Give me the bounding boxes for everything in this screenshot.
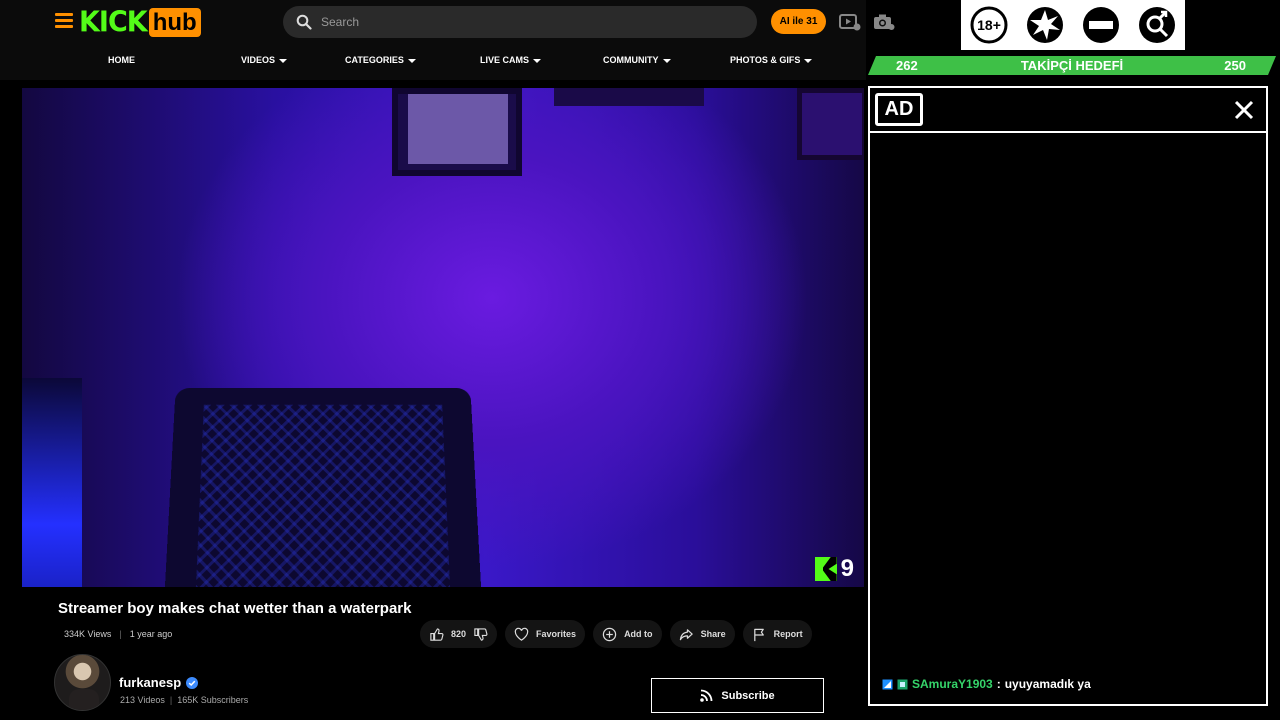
share-button[interactable]: Share (669, 620, 735, 648)
logo-kick-text: KICK (79, 5, 148, 39)
burst-badge[interactable] (1017, 0, 1073, 50)
chat-separator: : (996, 677, 1001, 691)
add-to-label: Add to (624, 629, 653, 639)
report-label: Report (773, 629, 803, 639)
flag-icon (753, 628, 764, 641)
video-meta: 334K Views | 1 year ago (64, 629, 172, 639)
channel-stats: 213 Videos | 165K Subscribers (120, 695, 248, 705)
gender-icon (1139, 7, 1175, 43)
no-entry-badge[interactable] (1073, 0, 1129, 50)
search-bar[interactable] (283, 6, 757, 38)
ai-button[interactable]: AI ile 31 (771, 9, 826, 34)
nav-videos[interactable]: VIDEOS (241, 54, 288, 66)
channel-name[interactable]: furkanesp (119, 675, 181, 690)
nav-live-cams[interactable]: LIVE CAMS (480, 54, 542, 66)
goal-target: 250 (1224, 58, 1246, 73)
share-icon (679, 628, 693, 640)
gender-badge[interactable] (1129, 0, 1185, 50)
view-count: 334K Views (64, 629, 112, 639)
age-18-badge[interactable]: 18+ (961, 0, 1017, 50)
chat-username[interactable]: SAmuraY1903 (912, 677, 993, 691)
report-button[interactable]: Report (742, 620, 812, 648)
heart-icon (514, 627, 529, 641)
channel-name-row[interactable]: furkanesp (119, 675, 199, 690)
age-18-text: 18+ (977, 17, 1001, 33)
channel-avatar[interactable] (54, 654, 111, 711)
main-nav: HOME VIDEOS CATEGORIES LIVE CAMS COMMUNI… (0, 54, 866, 68)
like-count: 820 (451, 629, 467, 639)
add-to-button[interactable]: Add to (593, 620, 662, 648)
ad-header: AD (870, 88, 1266, 133)
wall-picture-frame (392, 88, 522, 176)
share-label: Share (700, 629, 726, 639)
upload-age: 1 year ago (129, 629, 173, 639)
video-actions: 820 Favorites Add to Share Report (420, 620, 812, 648)
logo-hub-text: hub (148, 7, 201, 37)
chevron-down-icon (279, 58, 288, 63)
site-logo[interactable]: KICK hub (79, 5, 201, 39)
follower-goal-bar: 262 TAKİPÇİ HEDEFİ 250 (868, 56, 1276, 75)
ad-panel: AD SAmuraY1903 : uyuyamadık ya (868, 86, 1268, 706)
chat-text: uyuyamadık ya (1004, 677, 1091, 691)
wall-picture-frame-right (797, 88, 864, 160)
nav-photos-gifs[interactable]: PHOTOS & GIFS (730, 54, 813, 66)
video-count: 213 Videos (120, 695, 165, 705)
nav-community-label: COMMUNITY (603, 55, 659, 65)
chevron-down-icon (662, 58, 671, 63)
close-icon[interactable] (1232, 98, 1256, 122)
video-upload-icon[interactable] (839, 13, 861, 31)
like-dislike-button[interactable]: 820 (420, 620, 498, 648)
nav-categories-label: CATEGORIES (345, 55, 404, 65)
chat-message: SAmuraY1903 : uyuyamadık ya (882, 677, 1091, 691)
chevron-down-icon (407, 58, 416, 63)
chevron-down-icon (804, 58, 813, 63)
nav-home[interactable]: HOME (108, 54, 135, 66)
subscriber-count: 165K Subscribers (177, 695, 249, 705)
watermark-number: 9 (840, 555, 854, 582)
nav-videos-label: VIDEOS (241, 55, 276, 65)
video-title: Streamer boy makes chat wetter than a wa… (58, 600, 412, 617)
chevron-down-icon (533, 58, 542, 63)
chat-badge-icon (882, 679, 893, 689)
nav-categories[interactable]: CATEGORIES (345, 54, 416, 66)
stats-divider: | (169, 695, 173, 705)
gaming-chair (163, 388, 483, 587)
page: KICK hub AI ile 31 HOME VIDEOS CATEGORIE… (0, 0, 1280, 720)
subscribe-button[interactable]: Subscribe (651, 678, 824, 713)
nav-live-cams-label: LIVE CAMS (480, 55, 530, 65)
rss-icon (700, 689, 713, 702)
nav-community[interactable]: COMMUNITY (603, 54, 671, 66)
content-badges: 18+ (961, 0, 1185, 50)
search-icon[interactable] (296, 14, 312, 30)
nav-photos-gifs-label: PHOTOS & GIFS (730, 55, 801, 65)
meta-divider: | (119, 629, 122, 639)
plus-circle-icon (602, 627, 617, 641)
camera-icon[interactable] (873, 13, 895, 31)
search-input[interactable] (321, 15, 721, 29)
thumbs-up-icon[interactable] (429, 627, 444, 642)
goal-label: TAKİPÇİ HEDEFİ (1020, 58, 1124, 73)
side-object (22, 378, 82, 587)
wall-shelf (554, 88, 704, 106)
favorites-label: Favorites (536, 629, 577, 639)
nav-home-label: HOME (108, 55, 135, 65)
top-bar: KICK hub AI ile 31 HOME VIDEOS CATEGORIE… (0, 0, 895, 80)
verified-icon (186, 676, 199, 689)
favorites-button[interactable]: Favorites (505, 620, 586, 648)
video-player[interactable]: 9 (22, 88, 864, 587)
kick-watermark: 9 (814, 555, 854, 583)
no-entry-icon (1083, 7, 1119, 43)
kick-logo-icon (814, 557, 837, 581)
age-18-icon: 18+ (970, 6, 1008, 44)
subscribe-label: Subscribe (721, 689, 775, 702)
thumbs-down-icon[interactable] (473, 627, 488, 642)
menu-icon[interactable] (55, 13, 73, 29)
chat-badge-2-icon (897, 679, 908, 689)
ad-label: AD (875, 93, 923, 126)
burst-icon (1027, 7, 1063, 43)
